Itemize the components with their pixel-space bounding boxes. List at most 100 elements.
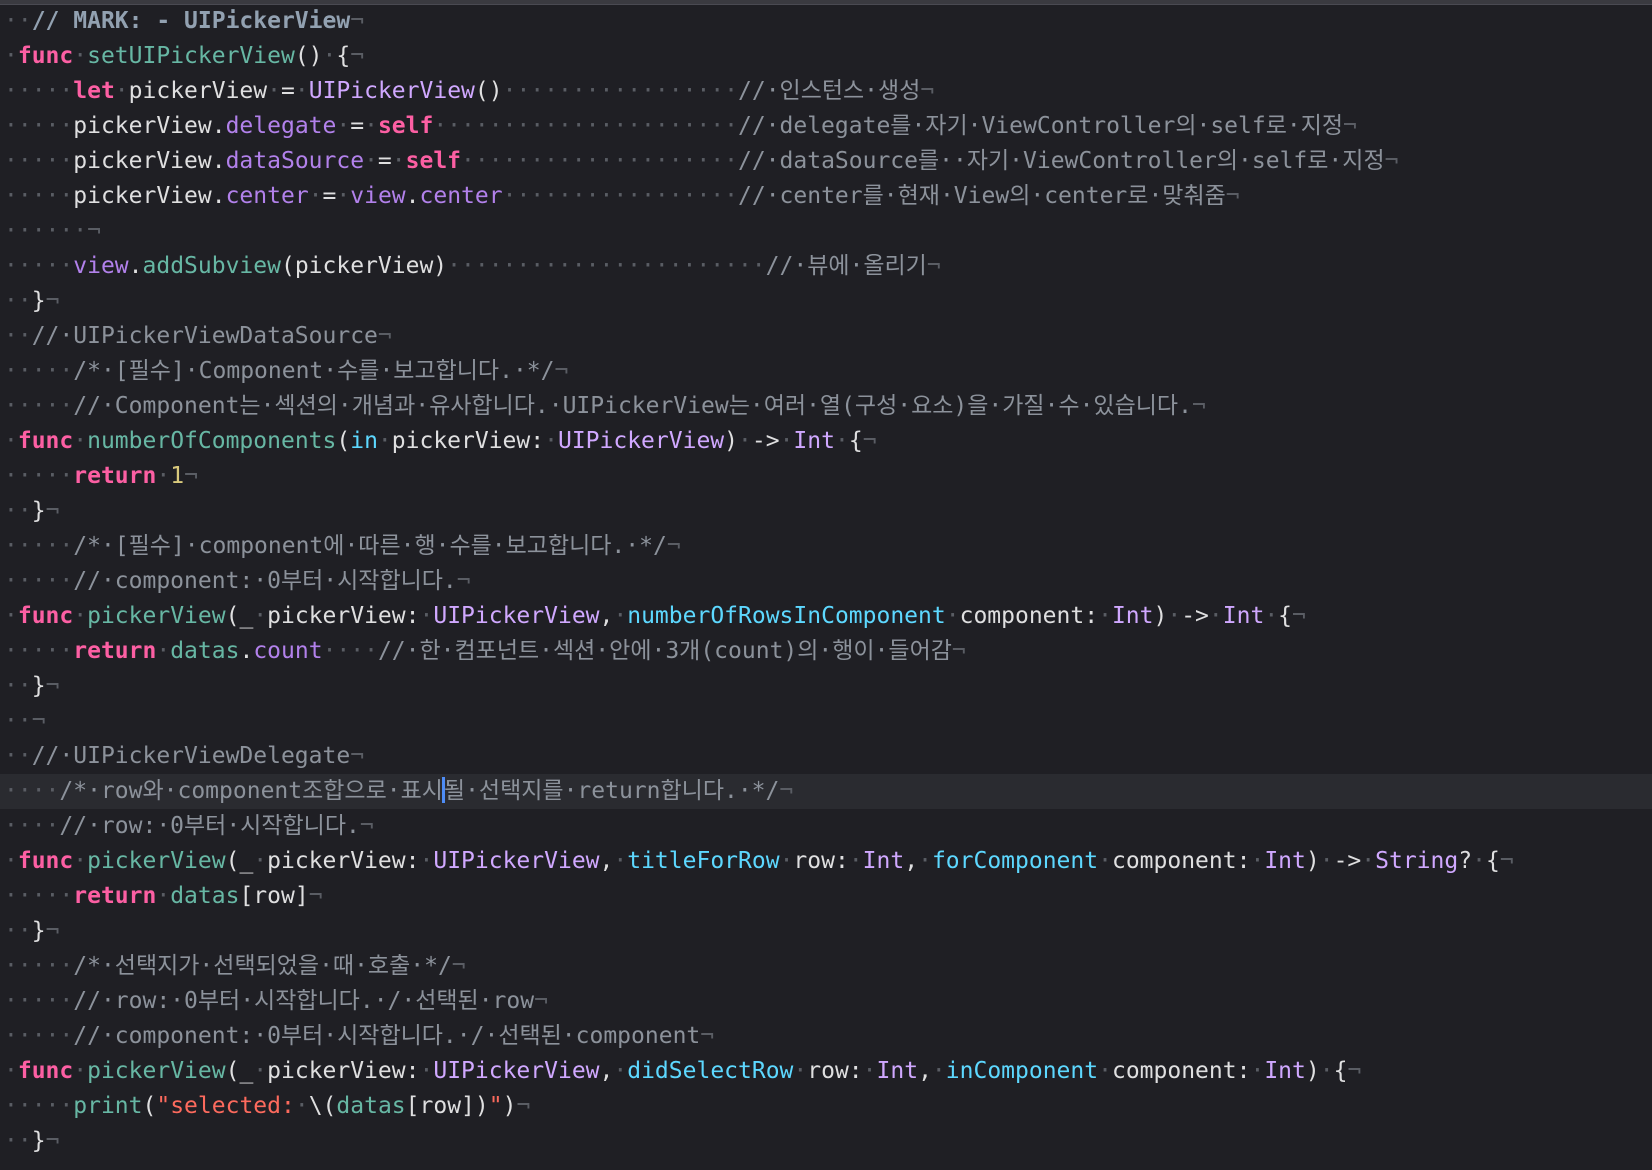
whitespace-marker: ······¬ (4, 218, 101, 244)
code-token-keyword: func (17, 43, 74, 69)
code-line[interactable]: ·····view.addSubview(pickerView)········… (0, 249, 1652, 284)
code-token-mark: // MARK: - UIPickerView (31, 8, 351, 34)
code-line[interactable]: ·····let·pickerView·=·UIPickerView()····… (0, 74, 1652, 109)
code-token-comment: //·한·컴포넌트·섹션·안에·3개(count)의·행이·들어감 (377, 638, 952, 664)
whitespace-marker: ···· (4, 813, 60, 839)
code-line[interactable]: ··//·UIPickerViewDataSource¬ (0, 319, 1652, 354)
whitespace-marker: · (419, 1058, 434, 1084)
whitespace-marker: · (613, 848, 628, 874)
code-token-func: print (73, 1093, 143, 1119)
code-line[interactable]: ·····/*·[필수]·Component·수를·보고합니다.·*/¬ (0, 354, 1652, 389)
code-token-comment: //·UIPickerViewDataSource (31, 323, 378, 349)
code-line[interactable]: ··}¬ (0, 284, 1652, 319)
code-line[interactable]: ··}¬ (0, 1124, 1652, 1159)
code-token-keyword: func (17, 1058, 74, 1084)
whitespace-marker: ·· (4, 1128, 32, 1154)
code-token-comment: 될·선택지를·return합니다.·*/ (443, 778, 780, 804)
whitespace-marker: ····· (4, 358, 74, 384)
code-token-plain: } (31, 288, 46, 314)
code-line[interactable]: ··}¬ (0, 494, 1652, 529)
code-editor[interactable]: ··// MARK: - UIPickerView¬ ·func·setUIPic… (0, 4, 1652, 1159)
code-line[interactable]: ·····pickerView.center·=·view.center····… (0, 179, 1652, 214)
whitespace-marker: ····· (4, 463, 74, 489)
code-line[interactable]: ·func·numberOfComponents(in·pickerView:·… (0, 424, 1652, 459)
code-line[interactable]: ·····pickerView.dataSource·=·self·······… (0, 144, 1652, 179)
whitespace-marker: ¬ (451, 953, 466, 979)
whitespace-marker: ···················· (461, 148, 738, 174)
code-token-keyword: func (17, 428, 74, 454)
whitespace-marker: · (253, 1058, 268, 1084)
code-token-param: titleForRow (627, 848, 780, 874)
code-line[interactable]: ·····/*·선택지가·선택되었을·때·호출·*/¬ (0, 949, 1652, 984)
code-token-comment: //·Component는·섹션의·개념과·유사합니다.·UIPickerVie… (73, 393, 1192, 419)
whitespace-marker: ················· (502, 183, 738, 209)
whitespace-marker: ¬ (1384, 148, 1399, 174)
whitespace-marker: ¬ (45, 918, 60, 944)
whitespace-marker: ······················· (447, 253, 766, 279)
code-line[interactable]: ·····return·1¬ (0, 459, 1652, 494)
code-token-comment: //·component:·0부터·시작합니다.·/·선택된·component (73, 1023, 701, 1049)
code-token-plain: pickerView (128, 78, 268, 104)
whitespace-marker: ¬ (534, 988, 548, 1014)
whitespace-marker: · (779, 848, 794, 874)
code-token-type: Int (876, 1058, 919, 1084)
code-token-param: in (350, 428, 378, 454)
code-line[interactable]: ·····pickerView.delegate·=·self·········… (0, 109, 1652, 144)
whitespace-marker: ·· (4, 498, 32, 524)
code-token-comment: //·center를·현재·View의·center로·맞춰줌 (738, 183, 1226, 209)
code-token-keyword: let (73, 78, 115, 104)
code-token-plain: { (1333, 1058, 1348, 1084)
code-token-plain: ) (724, 428, 738, 454)
code-token-prop: view (350, 183, 406, 209)
code-token-keyword: return (73, 883, 157, 909)
code-token-prop: center (419, 183, 503, 209)
code-line[interactable]: ·func·pickerView(_·pickerView:·UIPickerV… (0, 844, 1652, 879)
code-line[interactable]: ·····//·row:·0부터·시작합니다.·/·선택된·row¬ (0, 984, 1652, 1019)
whitespace-marker: ¬ (862, 428, 877, 454)
whitespace-marker: · (931, 1058, 946, 1084)
code-token-plain: () (474, 78, 503, 104)
code-token-plain: (_ (225, 603, 254, 629)
whitespace-marker: · (4, 43, 18, 69)
whitespace-marker: ¬ (45, 288, 60, 314)
code-line[interactable]: ·····return·datas[row]¬ (0, 879, 1652, 914)
code-line[interactable]: ····//·row:·0부터·시작합니다.¬ (0, 809, 1652, 844)
code-token-type: UIPickerView (557, 428, 725, 454)
code-line[interactable]: ·func·setUIPickerView()·{¬ (0, 39, 1652, 74)
code-token-prop: count (253, 638, 323, 664)
whitespace-marker: ····· (4, 183, 74, 209)
code-line[interactable]: ··}¬ (0, 914, 1652, 949)
whitespace-marker: ¬ (45, 1128, 60, 1154)
code-line[interactable]: ·····return·datas.count····//·한·컴포넌트·섹션·… (0, 634, 1652, 669)
code-line[interactable]: ·····//·component:·0부터·시작합니다.·/·선택된·comp… (0, 1019, 1652, 1054)
code-line[interactable]: ··¬ (0, 704, 1652, 739)
code-line[interactable]: ··// MARK: - UIPickerView¬ (0, 4, 1652, 39)
code-token-plain: ) (502, 1093, 517, 1119)
whitespace-marker: · (73, 1058, 88, 1084)
whitespace-marker: · (4, 603, 18, 629)
whitespace-marker: · (544, 428, 558, 454)
whitespace-marker: · (294, 78, 309, 104)
code-line[interactable]: ·func·pickerView(_·pickerView:·UIPickerV… (0, 1054, 1652, 1089)
whitespace-marker: · (364, 113, 378, 139)
whitespace-marker: · (613, 603, 628, 629)
code-line[interactable]: ·····//·component:·0부터·시작합니다.¬ (0, 564, 1652, 599)
whitespace-marker: · (945, 603, 960, 629)
whitespace-marker: ¬ (184, 463, 198, 489)
code-line-current[interactable]: ····/*·row와·component조합으로·표시될·선택지를·retur… (0, 774, 1652, 809)
code-line[interactable]: ··}¬ (0, 669, 1652, 704)
code-token-prop: delegate (225, 113, 337, 139)
code-token-plain: -> (1181, 603, 1209, 629)
code-line[interactable]: ·····print("selected:·\(datas[row])")¬ (0, 1089, 1652, 1124)
code-token-param: forComponent (931, 848, 1099, 874)
code-line[interactable]: ··//·UIPickerViewDelegate¬ (0, 739, 1652, 774)
code-line[interactable]: ······¬ (0, 214, 1652, 249)
code-token-plain: [row]) (405, 1093, 489, 1119)
code-token-plain: } (31, 673, 46, 699)
whitespace-marker: · (156, 463, 171, 489)
code-line[interactable]: ·func·pickerView(_·pickerView:·UIPickerV… (0, 599, 1652, 634)
whitespace-marker: ····· (4, 1093, 74, 1119)
code-line[interactable]: ·····/*·[필수]·component에·따른·행·수를·보고합니다.·*… (0, 529, 1652, 564)
code-line[interactable]: ·····//·Component는·섹션의·개념과·유사합니다.·UIPick… (0, 389, 1652, 424)
code-token-plain: (_ (225, 848, 254, 874)
